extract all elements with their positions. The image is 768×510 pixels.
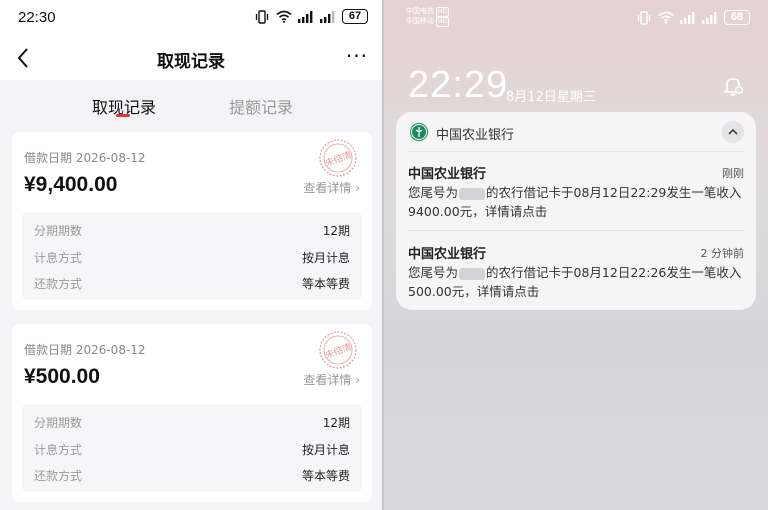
carrier-label: 中国移动 HD: [406, 17, 450, 27]
notification-body[interactable]: 您尾号为 的农行借记卡于08月12日22:29发生一笔收入9400.00元，详情请…: [408, 183, 744, 221]
loan-app-screen: 22:30 67 取现记录 ··· 取现记录 提额记录 借款日期 2026-08…: [0, 0, 382, 510]
detail-row: 还款方式 等本等费: [34, 277, 350, 291]
detail-row: 分期期数 12期: [34, 416, 350, 430]
loan-date: 借款日期 2026-08-12: [24, 343, 146, 357]
detail-row: 分期期数 12期: [34, 224, 350, 238]
loan-amount: ¥500.00: [24, 365, 100, 388]
lock-screen: 中国电信 HD 中国移动 HD 68 22:29 8月12日星期三 中国农业银行 中…: [384, 0, 768, 510]
notification-title: 中国农业银行: [408, 247, 487, 262]
detail-row: 还款方式 等本等费: [34, 469, 350, 483]
notification-app-name: 中国农业银行: [436, 128, 515, 143]
masked-card-number: [459, 187, 486, 200]
unsettled-stamp-icon: 未结清: [319, 331, 357, 369]
battery-indicator: 67: [342, 9, 368, 24]
lock-screen-date: 8月12日星期三: [506, 90, 596, 105]
notification-time: 刚刚: [722, 167, 744, 180]
carrier-label: 中国电信 HD: [406, 7, 450, 17]
more-options-icon[interactable]: ···: [346, 44, 368, 68]
loan-date: 借款日期 2026-08-12: [24, 151, 146, 165]
notification-settings-bell-icon[interactable]: [722, 75, 744, 97]
collapse-chevron-up-icon[interactable]: [722, 121, 744, 143]
stamp-text: 未结清: [324, 149, 353, 170]
masked-card-number: [459, 267, 486, 280]
stamp-text: 未结清: [324, 341, 353, 362]
loan-amount: ¥9,400.00: [24, 173, 118, 196]
status-bar: 22:30 67: [0, 0, 382, 36]
signal-icon-2: [702, 11, 718, 25]
page-title: 取现记录: [157, 52, 225, 72]
wifi-icon: [658, 11, 674, 25]
notification-divider: [408, 151, 744, 152]
view-details-link[interactable]: 查看详情 ›: [303, 371, 360, 388]
signal-icon: [680, 11, 696, 25]
notification-group[interactable]: 中国农业银行 中国农业银行 刚刚 您尾号为 的农行借记卡于08月12日22:29发…: [396, 112, 756, 310]
notification-body[interactable]: 您尾号为 的农行借记卡于08月12日22:26发生一笔收入500.00元，详情请点…: [408, 263, 744, 301]
tab-credit-increase[interactable]: 提额记录: [229, 94, 293, 118]
detail-row: 计息方式 按月计息: [34, 443, 350, 457]
loan-details-panel: 分期期数 12期 计息方式 按月计息 还款方式 等本等费: [22, 212, 362, 300]
vibrate-icon: [636, 10, 652, 25]
chevron-right-icon: ›: [355, 373, 360, 387]
detail-row: 计息方式 按月计息: [34, 251, 350, 265]
signal-icon: [298, 10, 314, 24]
loan-details-panel: 分期期数 12期 计息方式 按月计息 还款方式 等本等费: [22, 404, 362, 492]
status-icons: 67: [254, 9, 368, 24]
battery-indicator: 68: [724, 10, 750, 25]
status-icons: 68: [636, 10, 750, 25]
withdrawal-record-card[interactable]: 借款日期 2026-08-12 未结清 ¥500.00 查看详情 › 分期期数 1…: [12, 324, 372, 502]
notification-title: 中国农业银行: [408, 167, 487, 182]
withdrawal-record-card[interactable]: 借款日期 2026-08-12 未结清 ¥9,400.00 查看详情 › 分期期…: [12, 132, 372, 310]
status-time: 22:30: [18, 9, 56, 26]
chevron-right-icon: ›: [355, 181, 360, 195]
record-tabs: 取现记录 提额记录: [0, 80, 382, 124]
signal-icon-2: [320, 10, 336, 24]
lock-screen-time: 22:29: [408, 64, 509, 106]
nav-bar: 取现记录 ···: [0, 36, 382, 80]
unsettled-stamp-icon: 未结清: [319, 139, 357, 177]
wifi-icon: [276, 10, 292, 24]
vibrate-icon: [254, 9, 270, 24]
notification-time: 2 分钟前: [700, 247, 745, 260]
view-details-link[interactable]: 查看详情 ›: [303, 179, 360, 196]
notification-divider: [408, 230, 744, 231]
active-tab-indicator: [116, 114, 130, 117]
bank-logo-icon: [410, 123, 428, 141]
